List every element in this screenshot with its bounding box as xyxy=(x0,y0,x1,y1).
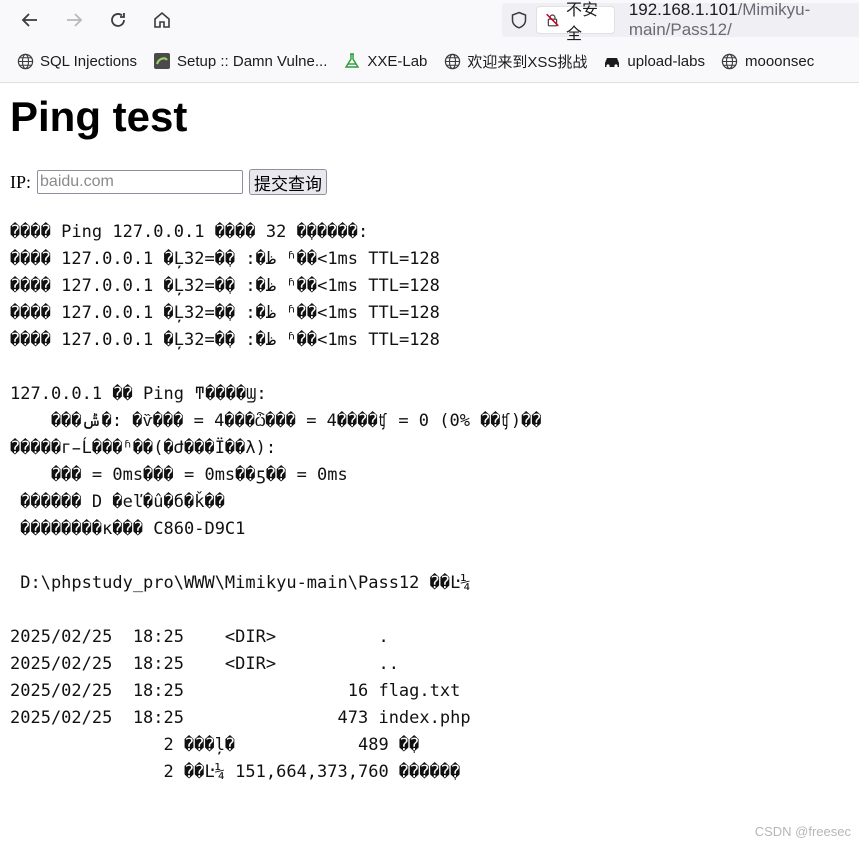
car-icon xyxy=(603,52,621,70)
output-line: ���� 127.0.0.1 �Ļظ�: �ֽ�=32 ʱ��<1ms TTL=… xyxy=(10,303,440,323)
ping-form: IP: 提交查询 xyxy=(10,169,859,195)
output-line: ���ݰ�: �ѷ��� = 4���ѽ��� = 4����ʧ = 0 (0%… xyxy=(10,411,542,431)
globe-icon xyxy=(16,52,34,70)
bookmark-label: mooonsec xyxy=(744,52,815,70)
bookmark-label: upload-labs xyxy=(627,52,705,70)
dvwa-icon xyxy=(153,52,171,70)
output-line: 2025/02/25 18:25 <DIR> .. xyxy=(10,654,399,674)
bookmark-dvwa-setup[interactable]: Setup :: Damn Vulne... xyxy=(153,52,327,70)
reload-icon xyxy=(111,13,125,27)
ip-input[interactable] xyxy=(37,170,244,194)
browser-toolbar: 不安全 192.168.1.101/Mimikyu-main/Pass12/ xyxy=(0,0,859,43)
output-line: ���� 127.0.0.1 �Ļظ�: �ֽ�=32 ʱ��<1ms TTL=… xyxy=(10,249,440,269)
insecure-lock-icon xyxy=(546,13,559,27)
output-line: ������ D �еľ�û�б�ǩ�� xyxy=(10,492,225,512)
home-button[interactable] xyxy=(150,8,174,32)
flask-icon xyxy=(343,52,361,70)
output-line: ���� Ping 127.0.0.1 ���� 32 �ֽ�����: xyxy=(10,222,369,242)
output-line: ���� 127.0.0.1 �Ļظ�: �ֽ�=32 ʱ��<1ms TTL=… xyxy=(10,330,440,350)
output-line: ��� = 0ms��� = 0ms��ƽ�� = 0ms xyxy=(10,465,348,485)
output-line: ��������к��� C860-D9C1 xyxy=(10,519,246,539)
url-text[interactable]: 192.168.1.101/Mimikyu-main/Pass12/ xyxy=(629,0,859,40)
bookmark-upload-labs[interactable]: upload-labs xyxy=(603,52,705,70)
url-host: 192.168.1.101 xyxy=(628,0,738,19)
globe-icon xyxy=(721,52,739,70)
forward-button[interactable] xyxy=(62,8,86,32)
bookmark-mooonsec[interactable]: mooonsec xyxy=(721,52,814,70)
back-button[interactable] xyxy=(18,8,42,32)
back-arrow-icon xyxy=(21,13,37,27)
output-line: ���� 127.0.0.1 �Ļظ�: �ֽ�=32 ʱ��<1ms TTL=… xyxy=(10,276,440,296)
output-line: �����г̵Ĺ���ʱ��(�Ժ���Ϊ��λ): xyxy=(10,438,277,458)
insecure-connection-indicator[interactable]: 不安全 xyxy=(536,0,615,43)
ip-label: IP: xyxy=(10,171,32,192)
ping-command-output: ���� Ping 127.0.0.1 ���� 32 �ֽ�����: ���… xyxy=(10,219,859,786)
page-title: Ping test xyxy=(10,93,188,140)
output-line: 2025/02/25 18:25 473 index.php xyxy=(10,708,471,728)
output-line: 127.0.0.1 �� Ping ͳ����Ϣ: xyxy=(10,384,267,404)
insecure-label: 不安全 xyxy=(565,0,598,43)
output-line: D:\phpstudy_pro\WWW\Mimikyu-main\Pass12 … xyxy=(10,573,471,593)
home-icon xyxy=(154,11,170,28)
watermark: CSDN @freesec xyxy=(754,824,851,839)
output-line: 2 ��Ŀ¼ 151,664,373,760 �����ֽ� xyxy=(10,762,461,782)
page-content: Ping test IP: 提交查询 ���� Ping 127.0.0.1 �… xyxy=(10,83,859,786)
bookmark-label: 欢迎来到XSS挑战 xyxy=(467,53,588,71)
bookmark-label: SQL Injections xyxy=(40,52,137,70)
bookmark-xss-challenge[interactable]: 欢迎来到XSS挑战 xyxy=(443,51,587,72)
submit-query-button[interactable]: 提交查询 xyxy=(249,169,328,195)
tracking-shield-icon[interactable] xyxy=(510,10,528,30)
bookmark-sql-injections[interactable]: SQL Injections xyxy=(16,52,137,70)
bookmark-xxe-lab[interactable]: XXE-Lab xyxy=(343,52,427,70)
output-line: 2025/02/25 18:25 <DIR> . xyxy=(10,627,389,647)
bookmarks-bar: SQL Injections Setup :: Damn Vulne... XX… xyxy=(0,40,859,83)
forward-arrow-icon xyxy=(67,13,83,27)
reload-button[interactable] xyxy=(106,8,130,32)
bookmark-label: XXE-Lab xyxy=(367,52,428,70)
output-line: 2 ���ļ� 489 �ֽ� xyxy=(10,735,420,755)
globe-icon xyxy=(443,52,461,70)
bookmark-label: Setup :: Damn Vulne... xyxy=(177,52,328,70)
address-bar[interactable]: 不安全 192.168.1.101/Mimikyu-main/Pass12/ xyxy=(502,0,859,43)
output-line: 2025/02/25 18:25 16 flag.txt xyxy=(10,681,461,701)
